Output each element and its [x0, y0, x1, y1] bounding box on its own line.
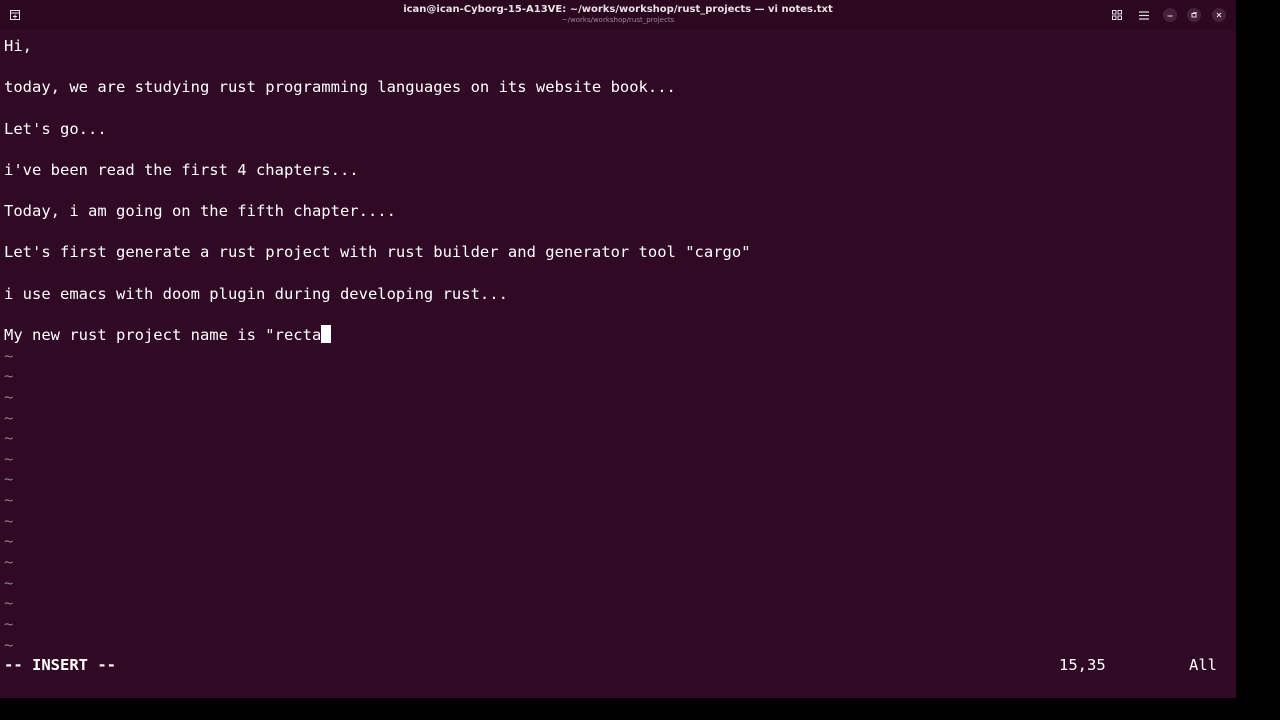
text-line: [4, 98, 1232, 119]
cursor-position: 15,35: [1059, 656, 1106, 674]
text-line: [4, 180, 1232, 201]
text-line: i use emacs with doom plugin during deve…: [4, 284, 508, 303]
empty-line-marker: ~: [4, 635, 14, 654]
screen-border-right: [1236, 0, 1280, 720]
cursor-line: My new rust project name is "recta: [4, 324, 1232, 346]
text-line: [4, 263, 1232, 284]
empty-line-marker: ~: [4, 470, 14, 489]
empty-line-marker: ~: [4, 532, 14, 551]
text-line: [4, 304, 1232, 325]
text-line: Today, i am going on the fifth chapter..…: [4, 202, 396, 221]
empty-line-marker: ~: [4, 408, 14, 427]
text-line: Hi,: [4, 37, 32, 55]
empty-line-marker: ~: [4, 449, 14, 468]
cursor-line-text: My new rust project name is "recta: [4, 325, 322, 344]
terminal-window: ican@ican-Cyborg-15-A13VE: ~/works/works…: [0, 0, 1236, 698]
empty-line-marker: ~: [4, 346, 14, 365]
empty-line-marker: ~: [4, 594, 14, 613]
text-line: today, we are studying rust programming …: [4, 78, 676, 97]
screen-border-bottom: [0, 698, 1280, 720]
text-line: i've been read the first 4 chapters...: [4, 160, 359, 179]
close-icon[interactable]: [1212, 8, 1226, 22]
maximize-icon[interactable]: [1187, 8, 1201, 22]
empty-line-marker: ~: [4, 491, 14, 510]
empty-line-marker: ~: [4, 511, 14, 530]
empty-line-marker: ~: [4, 387, 14, 406]
window-subtitle: ~/works/workshop/rust_projects: [561, 16, 675, 24]
text-line: [4, 57, 1232, 78]
empty-line-marker: ~: [4, 553, 14, 572]
text-line: Let's first generate a rust project with…: [4, 243, 751, 262]
hamburger-menu-icon[interactable]: [1137, 8, 1151, 22]
minimize-icon[interactable]: [1163, 8, 1177, 22]
vi-editor-buffer[interactable]: Hi, today, we are studying rust programm…: [4, 36, 1232, 655]
empty-line-marker: ~: [4, 429, 14, 448]
empty-line-marker: ~: [4, 573, 14, 592]
window-title: ican@ican-Cyborg-15-A13VE: ~/works/works…: [403, 4, 833, 15]
empty-line-marker: ~: [4, 367, 14, 386]
grid-view-icon[interactable]: [1110, 8, 1124, 22]
mode-indicator: -- INSERT --: [4, 656, 116, 674]
text-cursor: [321, 324, 332, 343]
text-line: [4, 222, 1232, 243]
title-bar: ican@ican-Cyborg-15-A13VE: ~/works/works…: [0, 0, 1236, 30]
text-line: Let's go...: [4, 119, 107, 138]
empty-line-marker: ~: [4, 614, 14, 633]
scroll-indicator: All: [1189, 656, 1217, 674]
vi-status-line: -- INSERT -- 15,35 All: [4, 655, 1232, 676]
text-line: [4, 139, 1232, 160]
